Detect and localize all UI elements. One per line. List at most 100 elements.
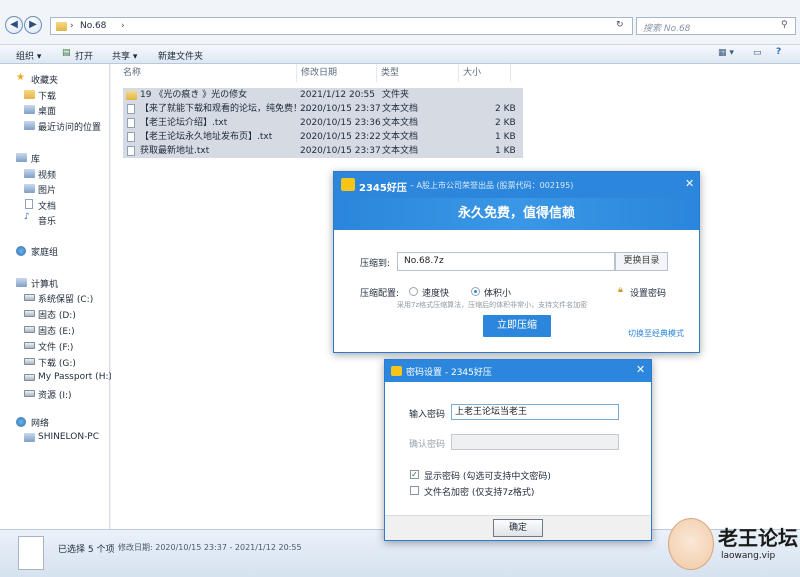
drive-icon — [24, 374, 35, 381]
new-folder-button[interactable]: 新建文件夹 — [158, 49, 203, 62]
drive-icon — [24, 310, 35, 317]
sidebar-drive-g[interactable]: 下载 (G:) — [38, 356, 76, 369]
file-type: 文件夹 — [382, 90, 410, 100]
password-dialog-footer: 确定 — [385, 515, 651, 540]
column-size[interactable]: 大小 — [459, 64, 511, 82]
watermark-url: laowang.vip — [721, 551, 776, 561]
mascot-logo — [668, 518, 714, 570]
folder-icon — [126, 91, 137, 100]
sidebar-homegroup[interactable]: 家庭组 — [31, 245, 58, 258]
column-type[interactable]: 类型 — [377, 64, 459, 82]
search-box[interactable]: 搜索 No.68 ⚲ — [636, 17, 796, 35]
homegroup-icon — [16, 246, 26, 256]
show-password-checkbox[interactable]: ✓ — [410, 470, 419, 479]
drive-icon — [24, 358, 35, 365]
table-row[interactable]: 获取最新地址.txt 2020/10/15 23:37 文本文档 1 KB — [123, 144, 523, 158]
confirm-password-field[interactable] — [451, 434, 619, 450]
change-directory-button[interactable]: 更换目录 — [615, 252, 668, 271]
text-file-icon — [127, 146, 135, 156]
sidebar-item-pc[interactable]: SHINELON-PC — [38, 432, 99, 442]
sidebar-item-recent[interactable]: 最近访问的位置 — [38, 120, 101, 133]
sidebar-item-music[interactable]: 音乐 — [38, 214, 56, 227]
drive-icon — [24, 342, 35, 349]
sidebar-drive-d[interactable]: 固态 (D:) — [38, 308, 76, 321]
column-name[interactable]: 名称 — [119, 64, 297, 82]
drive-icon — [24, 390, 35, 397]
show-password-label[interactable]: 显示密码 (勾选可支持中文密码) — [424, 469, 551, 482]
text-file-icon — [127, 132, 135, 142]
desktop-icon — [24, 105, 35, 114]
table-row[interactable]: 【老王论坛介绍】.txt 2020/10/15 23:36 文本文档 2 KB — [123, 116, 523, 130]
organize-menu[interactable]: 组织 ▾ — [16, 49, 41, 62]
file-date: 2020/10/15 23:37 — [300, 146, 381, 156]
open-icon: ▤ — [62, 48, 71, 58]
sidebar-libraries[interactable]: 库 — [31, 152, 40, 165]
compress-config-label: 压缩配置: — [360, 289, 400, 299]
open-button[interactable]: 打开 — [75, 49, 93, 62]
back-button[interactable]: ◀ — [5, 16, 23, 34]
confirm-password-label: 确认密码 — [409, 440, 446, 450]
share-menu[interactable]: 共享 ▾ — [112, 49, 137, 62]
breadcrumb-current[interactable]: No.68 — [80, 21, 106, 31]
enter-password-label: 输入密码 — [409, 410, 446, 420]
radio-fast[interactable] — [409, 287, 418, 296]
file-type: 文本文档 — [382, 132, 419, 142]
sidebar-item-documents[interactable]: 文档 — [38, 199, 56, 212]
search-input[interactable]: 搜索 No.68 — [643, 21, 690, 34]
sidebar-item-downloads[interactable]: 下载 — [38, 89, 56, 102]
file-name: 获取最新地址.txt — [140, 146, 210, 156]
switch-classic-link[interactable]: 切换至经典模式 — [628, 328, 684, 339]
radio-fast-label[interactable]: 速度快 — [422, 286, 449, 299]
file-name: 【来了就能下载和观看的论坛，纯免费！... — [140, 104, 311, 114]
table-row[interactable]: 19 《光の痕き 》光の修女 2021/1/12 20:55 文件夹 — [123, 88, 523, 102]
file-name: 19 《光の痕き 》光の修女 — [140, 90, 248, 100]
view-options-icon[interactable]: ▦ ▾ — [718, 48, 734, 58]
command-bar: 组织 ▾ ▤ 打开 共享 ▾ 新建文件夹 ▦ ▾ ▭ ? — [0, 44, 800, 64]
sidebar-drive-e[interactable]: 固态 (E:) — [38, 324, 75, 337]
sidebar-favorites[interactable]: 收藏夹 — [31, 73, 58, 86]
breadcrumb-chevron-icon[interactable]: › — [121, 21, 125, 31]
password-field[interactable]: 上老王论坛当老王 — [451, 404, 619, 420]
watermark: 老王论坛 laowang.vip — [668, 518, 798, 574]
watermark-title: 老王论坛 — [718, 526, 798, 550]
close-icon[interactable]: ✕ — [685, 177, 694, 190]
sidebar-computer[interactable]: 计算机 — [31, 277, 58, 290]
file-date: 2020/10/15 23:22 — [300, 132, 381, 142]
compress-dialog-title: 2345好压 — [359, 183, 407, 194]
sidebar-drive-i[interactable]: 资源 (I:) — [38, 388, 72, 401]
sidebar-item-desktop[interactable]: 桌面 — [38, 104, 56, 117]
downloads-icon — [24, 90, 35, 99]
output-path-input[interactable]: No.68.7z — [397, 252, 615, 271]
app-logo-icon — [391, 366, 402, 376]
table-row[interactable]: 【来了就能下载和观看的论坛，纯免费！... 2020/10/15 23:37 文… — [123, 102, 523, 116]
ok-button[interactable]: 确定 — [493, 519, 543, 537]
recent-places-icon — [24, 121, 35, 130]
compress-now-button[interactable]: 立即压缩 — [483, 315, 551, 337]
set-password-link[interactable]: 设置密码 — [630, 286, 666, 299]
column-date[interactable]: 修改日期 — [297, 64, 377, 82]
sidebar-drive-c[interactable]: 系统保留 (C:) — [38, 292, 93, 305]
sidebar-network[interactable]: 网络 — [31, 416, 49, 429]
folder-icon — [56, 22, 67, 31]
compress-to-label: 压缩到: — [360, 259, 391, 269]
output-path-value: No.68.7z — [404, 256, 444, 266]
sidebar-item-videos[interactable]: 视频 — [38, 168, 56, 181]
table-row[interactable]: 【老王论坛永久地址发布页】.txt 2020/10/15 23:22 文本文档 … — [123, 130, 523, 144]
encrypt-filenames-label[interactable]: 文件名加密 (仅支持7z格式) — [424, 485, 534, 498]
radio-small-label[interactable]: 体积小 — [484, 286, 511, 299]
radio-small[interactable] — [471, 287, 480, 296]
address-bar[interactable]: › No.68 › ↻ — [50, 17, 633, 35]
password-dialog-titlebar: 密码设置 - 2345好压 ✕ — [385, 360, 651, 382]
close-icon[interactable]: ✕ — [636, 363, 645, 376]
forward-button[interactable]: ▶ — [24, 16, 42, 34]
help-icon[interactable]: ? — [776, 47, 781, 57]
drive-icon — [24, 326, 35, 333]
refresh-icon[interactable]: ↻ — [616, 20, 624, 30]
text-file-icon — [127, 118, 135, 128]
encrypt-filenames-checkbox[interactable] — [410, 486, 419, 495]
sidebar-drive-f[interactable]: 文件 (F:) — [38, 340, 73, 353]
sidebar-drive-h[interactable]: My Passport (H:) — [38, 372, 112, 382]
preview-pane-icon[interactable]: ▭ — [753, 48, 762, 58]
compress-dialog-titlebar: 2345好压 – A股上市公司荣誉出品 (股票代码：002195) ✕ — [334, 172, 699, 198]
sidebar-item-pictures[interactable]: 图片 — [38, 183, 56, 196]
